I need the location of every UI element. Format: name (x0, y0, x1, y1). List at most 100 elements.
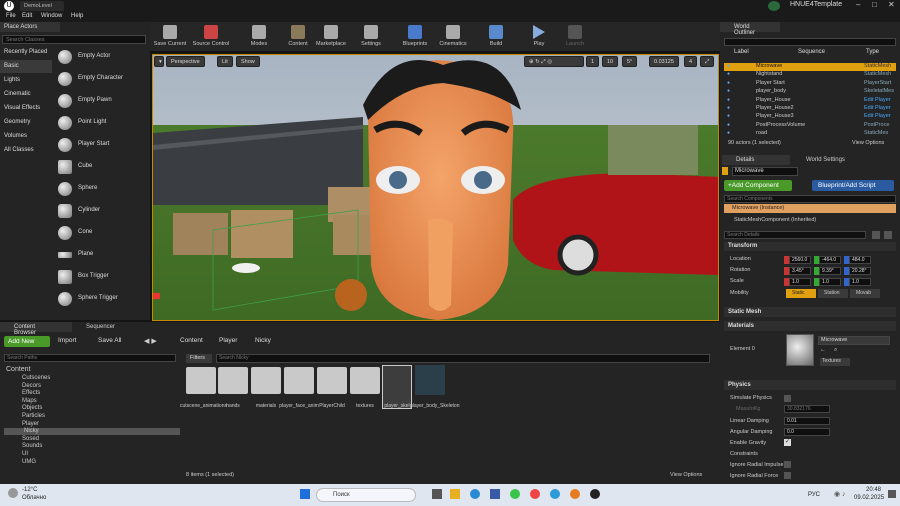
close-icon[interactable]: ✕ (888, 0, 895, 9)
clock-date[interactable]: 09.02.2025 (854, 495, 884, 501)
unreal-icon[interactable] (590, 489, 600, 499)
linear-damping-input[interactable]: 0.01 (784, 417, 830, 425)
filters-button[interactable]: Filters (186, 354, 212, 363)
outliner-row[interactable]: ● Player_House3 Edit Player (724, 113, 896, 121)
import-button[interactable]: Import (58, 337, 76, 344)
category-all-classes[interactable]: All Classes (0, 144, 52, 157)
source-control-button[interactable]: Source Control (190, 22, 232, 52)
material-select[interactable]: Microwave (818, 336, 890, 345)
world-settings-tab[interactable]: World Settings (792, 155, 872, 165)
search-assets-input[interactable]: Search Nicky (216, 354, 710, 363)
blueprints-button[interactable]: Blueprints (398, 22, 432, 52)
visibility-icon[interactable]: ● (727, 71, 730, 77)
enable-gravity-checkbox[interactable]: ✓ (784, 439, 791, 446)
telegram-icon[interactable] (550, 489, 560, 499)
mobility-movable-button[interactable]: Movab (850, 289, 880, 298)
task-view-icon[interactable] (432, 489, 442, 499)
folder-icon[interactable] (218, 367, 248, 394)
search-paths-input[interactable]: Search Paths (4, 354, 176, 362)
modes-button[interactable]: Modes (246, 22, 272, 52)
lit-button[interactable]: Lit (217, 56, 233, 67)
actor-plane[interactable]: Plane (54, 244, 148, 266)
constraints-label[interactable]: Constraints (730, 451, 758, 462)
search-classes-input[interactable]: Search Classes (2, 35, 146, 44)
folder-icon[interactable] (284, 367, 314, 394)
folder-particles[interactable]: Particles (22, 413, 45, 421)
mass-kg-input[interactable]: 30.832176 (784, 405, 830, 413)
content-browser-tab[interactable]: Content Browser (0, 322, 72, 336)
folder-icon[interactable] (251, 367, 281, 394)
actor-sphere[interactable]: Sphere (54, 178, 148, 200)
component-instance-row[interactable]: Microwave (Instance) (724, 204, 896, 213)
outliner-col-label[interactable]: Label (734, 49, 749, 55)
actor-empty-actor[interactable]: Empty Actor (54, 46, 148, 68)
menu-help[interactable]: Help (71, 13, 83, 19)
network-icon[interactable]: ◉ ♪ (834, 490, 846, 498)
angular-damping-input[interactable]: 0.0 (784, 428, 830, 436)
scale-z[interactable]: 1.0 (849, 278, 871, 286)
visibility-icon[interactable]: ● (727, 130, 730, 136)
place-actors-tab[interactable]: Place Actors (0, 22, 60, 32)
visibility-icon[interactable]: ● (727, 105, 730, 111)
save-all-button[interactable]: Save All (98, 337, 122, 344)
add-new-button[interactable]: Add New (4, 336, 50, 347)
actor-point-light[interactable]: Point Light (54, 112, 148, 134)
maximize-viewport-icon[interactable]: ⤢ (700, 56, 714, 67)
play-button[interactable]: Play (528, 22, 550, 52)
folder-icon[interactable] (186, 367, 216, 394)
folder-sounds[interactable]: Sounds (22, 443, 42, 451)
menu-window[interactable]: Window (41, 13, 62, 19)
folder-content[interactable]: Content (6, 366, 31, 374)
search-components-input[interactable]: Search Components (724, 195, 896, 203)
actor-box-trigger[interactable]: Box Trigger (54, 266, 148, 288)
folder-nicky[interactable]: Nicky (4, 427, 180, 436)
scale-x[interactable]: 1.0 (789, 278, 811, 286)
folder-ui[interactable]: UI (22, 451, 28, 459)
mobility-stationary-button[interactable]: Station (818, 289, 848, 298)
world-outliner-tab[interactable]: World Outliner (720, 22, 780, 36)
visibility-icon[interactable]: ● (727, 80, 730, 86)
scale-snap-value[interactable]: 0.03125 (649, 56, 679, 67)
rotation-z[interactable]: 20.28° (849, 267, 871, 275)
actor-cone[interactable]: Cone (54, 222, 148, 244)
store-icon[interactable] (490, 489, 500, 499)
outliner-col-sequence[interactable]: Sequence (798, 49, 825, 55)
transform-tools[interactable]: ⊕ ↻ ⤢ ◎ (524, 56, 584, 67)
launch-button[interactable]: Launch (562, 22, 588, 52)
textures-dropdown[interactable]: Textures (820, 358, 850, 366)
skeleton-asset[interactable] (415, 365, 445, 395)
chrome-icon[interactable] (530, 489, 540, 499)
maximize-icon[interactable]: □ (872, 0, 877, 9)
eye-icon[interactable] (884, 231, 892, 239)
folder-cutscenes[interactable]: Cutscenes (22, 375, 50, 383)
notifications-icon[interactable] (888, 490, 896, 498)
level-viewport[interactable] (152, 54, 719, 321)
marketplace-button[interactable]: Marketplace (312, 22, 350, 52)
perspective-button[interactable]: Perspective (166, 56, 205, 67)
whatsapp-icon[interactable] (510, 489, 520, 499)
visibility-icon[interactable]: ● (727, 88, 730, 94)
category-volumes[interactable]: Volumes (0, 130, 52, 143)
folder-objects[interactable]: Objects (22, 405, 42, 413)
level-tab[interactable]: DemoLevel (20, 1, 64, 11)
cinematics-button[interactable]: Cinematics (436, 22, 470, 52)
windows-start-icon[interactable] (300, 489, 310, 499)
actor-empty-pawn[interactable]: Empty Pawn (54, 90, 148, 112)
show-button[interactable]: Show (236, 56, 260, 67)
outliner-col-type[interactable]: Type (866, 49, 879, 55)
visibility-icon[interactable]: ● (727, 97, 730, 103)
outliner-row[interactable]: ● Microwave StaticMesh (724, 63, 896, 72)
folder-decors[interactable]: Decors (22, 383, 41, 391)
visibility-icon[interactable]: ● (727, 63, 730, 69)
outliner-row[interactable]: ● Player_House2 Edit Player (724, 105, 896, 113)
outliner-view-options[interactable]: View Options (852, 140, 884, 146)
visibility-icon[interactable]: ● (727, 122, 730, 128)
sequencer-tab[interactable]: Sequencer (74, 322, 134, 332)
outliner-row[interactable]: ● Player_House Edit Player (724, 97, 896, 105)
materials-section[interactable]: Materials (724, 321, 896, 331)
grid-view-icon[interactable] (872, 231, 880, 239)
search-details-input[interactable]: Search Details (724, 231, 866, 239)
blueprint-add-script-button[interactable]: Blueprint/Add Script (812, 180, 894, 191)
minimize-icon[interactable]: – (856, 0, 860, 9)
actor-cylinder[interactable]: Cylinder (54, 200, 148, 222)
